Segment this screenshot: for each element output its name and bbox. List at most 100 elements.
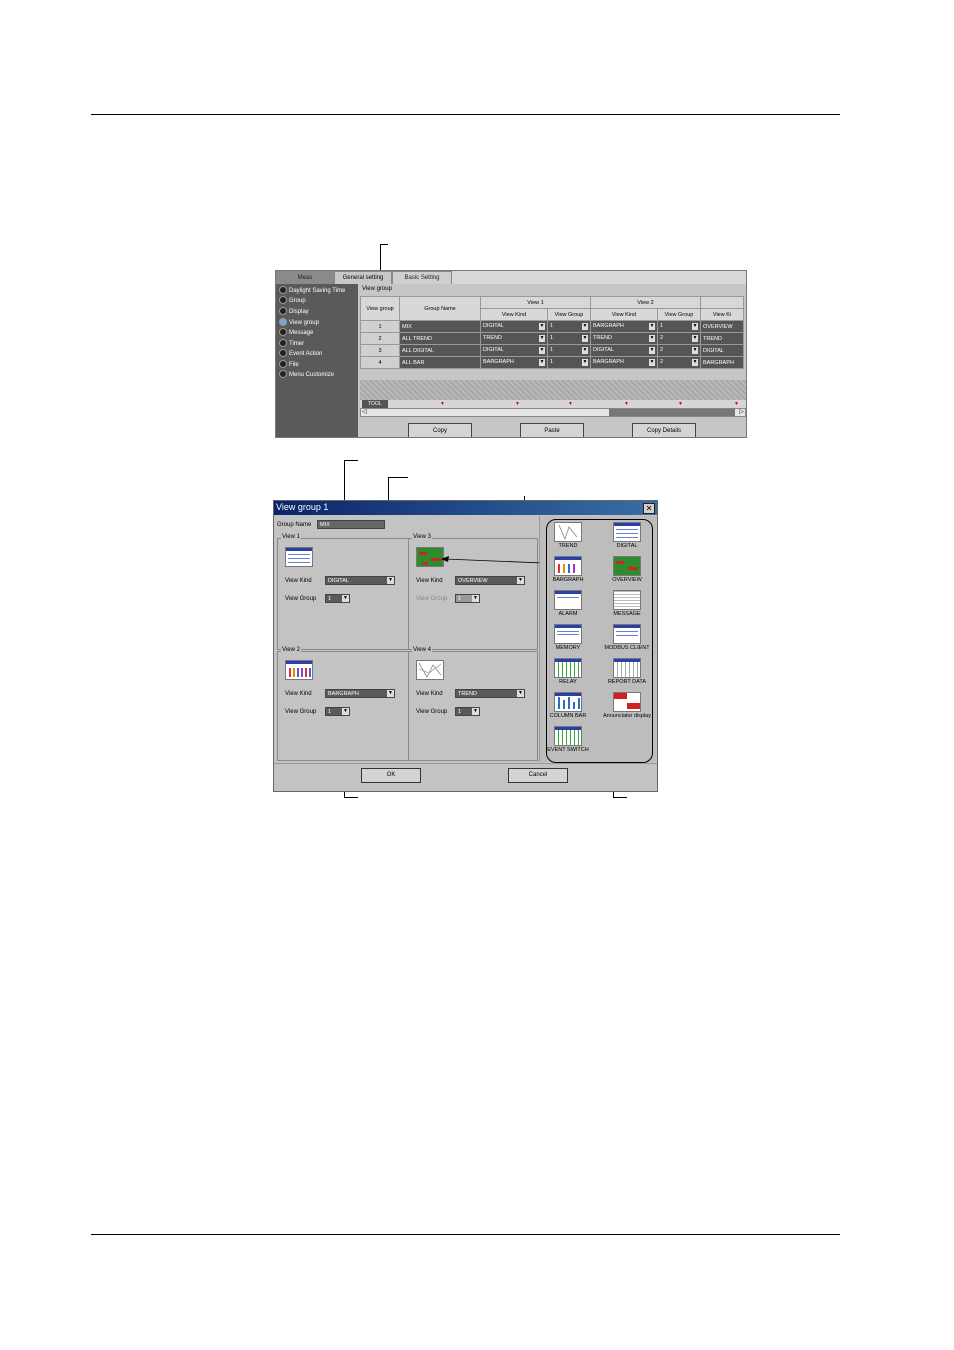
view4-group-select[interactable]: 1 ▼ (455, 707, 480, 716)
view1-group-select[interactable]: 1 ▼ (325, 594, 350, 603)
view-kind-select[interactable]: OVERVIEW (700, 320, 744, 333)
dropdown-arrow-icon[interactable]: ▼ (582, 323, 588, 330)
memory-icon[interactable] (554, 624, 582, 644)
view-group-select[interactable]: 2 ▼ (657, 344, 701, 357)
view-kind-select[interactable]: DIGITAL (700, 344, 744, 357)
alarm-icon[interactable] (554, 590, 582, 610)
dropdown-arrow-icon[interactable]: ▼ (582, 359, 588, 366)
dropdown-arrow-icon[interactable]: ▼ (539, 323, 545, 330)
view-group-select[interactable]: 2 ▼ (657, 332, 701, 345)
bargraph-icon[interactable] (554, 556, 582, 576)
dropdown-arrow-icon[interactable]: ▼ (649, 347, 655, 354)
sidebar-item-timer[interactable]: Timer (279, 339, 304, 349)
dropdown-arrow-icon[interactable]: ▼ (649, 323, 655, 330)
dropdown-arrow-icon[interactable]: ▼ (692, 359, 698, 366)
header-view-kind: View Kind (590, 308, 658, 321)
radio-icon (279, 370, 287, 379)
view3-kind-select[interactable]: OVERVIEW ▼ (455, 576, 525, 585)
sidebar-item-daylight-saving[interactable]: Daylight Saving Time (279, 286, 345, 296)
view-kind-select[interactable]: TREND (700, 332, 744, 345)
sidebar-item-menu-customize[interactable]: Menu Customize (279, 370, 334, 380)
dropdown-arrow-icon[interactable]: ▼ (692, 323, 698, 330)
message-icon[interactable] (613, 590, 641, 610)
cancel-button[interactable]: Cancel (508, 768, 568, 783)
view-kind-select[interactable]: BARGRAPH ▼ (590, 320, 658, 333)
relay-icon[interactable] (554, 658, 582, 678)
dropdown-arrow-icon[interactable]: ▼ (649, 335, 655, 342)
modbus-client-icon[interactable] (613, 624, 641, 644)
digital-icon[interactable] (613, 522, 641, 542)
tab-general-setting[interactable]: General setting (334, 271, 392, 284)
dropdown-arrow-icon[interactable]: ▼ (692, 335, 698, 342)
dropdown-arrow-icon[interactable]: ▼ (582, 335, 588, 342)
dropdown-arrow-icon[interactable]: ▼ (539, 347, 545, 354)
view-group-select[interactable]: 2 ▼ (657, 356, 701, 369)
tool-marker-icon[interactable]: ▼ (568, 400, 573, 408)
horizontal-scrollbar[interactable]: ◁ ▷ (360, 408, 746, 417)
sidebar-item-view-group[interactable]: View group (279, 318, 319, 328)
tool-marker-icon[interactable]: ▼ (624, 400, 629, 408)
group-name-input[interactable]: MIX (317, 520, 385, 529)
sidebar-item-group[interactable]: Group (279, 296, 306, 306)
sidebar-item-message[interactable]: Message (279, 328, 313, 338)
tool-marker-icon[interactable]: ▼ (515, 400, 520, 408)
view-group-select[interactable]: 1 ▼ (547, 356, 591, 369)
tab-basic-setting[interactable]: Basic Setting (392, 271, 452, 284)
chevron-down-icon[interactable]: ▼ (517, 690, 524, 697)
dropdown-arrow-icon[interactable]: ▼ (649, 359, 655, 366)
sidebar-item-event-action[interactable]: Event Action (279, 349, 322, 359)
dropdown-arrow-icon[interactable]: ▼ (692, 347, 698, 354)
view-kind-select[interactable]: TREND ▼ (480, 332, 548, 345)
tab-meas[interactable]: Meas (276, 271, 334, 284)
view2-kind-select[interactable]: BARGRAPH ▼ (325, 689, 395, 698)
group-name-cell[interactable]: ALL BAR (399, 356, 481, 369)
tool-marker-icon[interactable]: ▼ (734, 400, 739, 408)
chevron-down-icon[interactable]: ▼ (342, 708, 349, 715)
trend-icon[interactable] (554, 522, 582, 542)
view4-kind-select[interactable]: TREND ▼ (455, 689, 525, 698)
scroll-right-icon[interactable]: ▷ (739, 409, 744, 416)
view-kind-select[interactable]: BARGRAPH (700, 356, 744, 369)
overview-icon[interactable] (613, 556, 641, 576)
copy-details-button[interactable]: Copy Details (632, 423, 696, 437)
view-kind-select[interactable]: BARGRAPH ▼ (590, 356, 658, 369)
view-group-select[interactable]: 1 ▼ (657, 320, 701, 333)
view-kind-select[interactable]: DIGITAL ▼ (480, 344, 548, 357)
group-name-cell[interactable]: ALL TREND (399, 332, 481, 345)
close-icon[interactable]: ✕ (643, 503, 655, 514)
chevron-down-icon[interactable]: ▼ (387, 690, 394, 697)
view-kind-select[interactable]: TREND ▼ (590, 332, 658, 345)
view3-title: View 3 (412, 534, 432, 540)
chevron-down-icon[interactable]: ▼ (342, 595, 349, 602)
tool-marker-icon[interactable]: ▼ (678, 400, 683, 408)
sidebar-item-file[interactable]: File (279, 360, 299, 370)
view-kind-select[interactable]: BARGRAPH ▼ (480, 356, 548, 369)
group-name-cell[interactable]: ALL DIGITAL (399, 344, 481, 357)
column-bar-icon[interactable] (554, 692, 582, 712)
copy-button[interactable]: Copy (408, 423, 472, 437)
view-group-select[interactable]: 1 ▼ (547, 332, 591, 345)
dropdown-arrow-icon[interactable]: ▼ (539, 359, 545, 366)
view-kind-select[interactable]: DIGITAL ▼ (480, 320, 548, 333)
ok-button[interactable]: OK (361, 768, 421, 783)
view-group-select[interactable]: 1 ▼ (547, 320, 591, 333)
view2-group-select[interactable]: 1 ▼ (325, 707, 350, 716)
annunciator-icon[interactable] (613, 692, 641, 712)
report-data-icon[interactable] (613, 658, 641, 678)
dropdown-arrow-icon[interactable]: ▼ (582, 347, 588, 354)
view1-kind-select[interactable]: DIGITAL ▼ (325, 576, 395, 585)
chevron-down-icon[interactable]: ▼ (472, 708, 479, 715)
view-kind-select[interactable]: DIGITAL ▼ (590, 344, 658, 357)
dropdown-arrow-icon[interactable]: ▼ (539, 335, 545, 342)
chevron-down-icon[interactable]: ▼ (517, 577, 524, 584)
paste-button[interactable]: Paste (520, 423, 584, 437)
group-name-cell[interactable]: MIX (399, 320, 481, 333)
view-group-select[interactable]: 1 ▼ (547, 344, 591, 357)
tool-marker-icon[interactable]: ▼ (440, 400, 445, 408)
chevron-down-icon[interactable]: ▼ (387, 577, 394, 584)
scroll-left-icon[interactable]: ◁ (362, 409, 367, 416)
dialog-title-bar[interactable]: View group 1 ✕ (274, 501, 657, 515)
scroll-thumb[interactable] (609, 409, 735, 416)
event-switch-icon[interactable] (554, 726, 582, 746)
sidebar-item-display[interactable]: Display (279, 307, 309, 317)
